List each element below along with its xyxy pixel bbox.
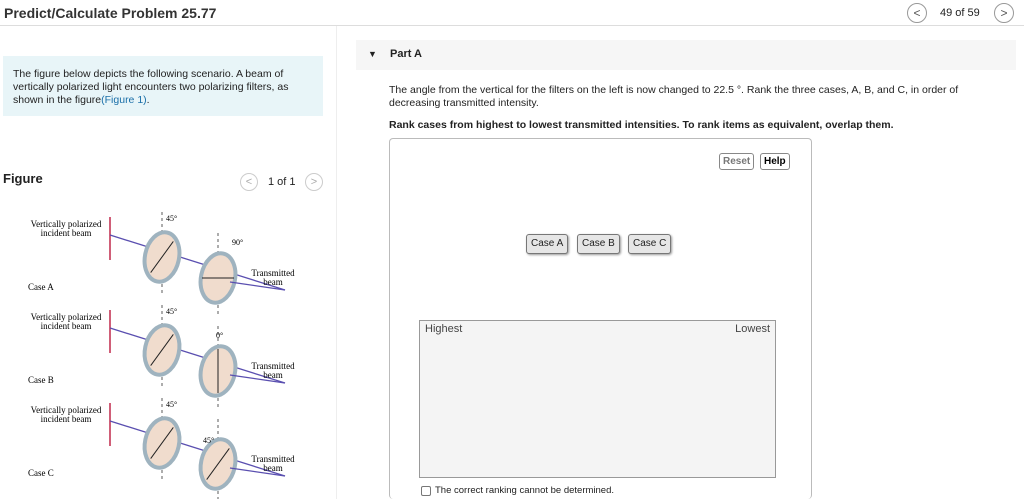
filter-angle-label: 0°	[216, 331, 223, 340]
prev-problem-button[interactable]: <	[907, 3, 927, 23]
case-a-item[interactable]: Case A	[526, 234, 569, 254]
figure-prev-button[interactable]: <	[240, 173, 258, 191]
incident-label: incident beam	[41, 321, 92, 331]
transmitted-label: beam	[263, 277, 283, 287]
problem-pager: 49 of 59	[940, 7, 980, 19]
filter-angle-label: 45°	[203, 436, 214, 445]
transmitted-label: beam	[263, 370, 283, 380]
part-a-header[interactable]: ▼ Part A	[356, 40, 1016, 70]
intro-end: .	[146, 94, 150, 106]
instruction-text: Rank cases from highest to lowest transm…	[389, 119, 894, 131]
light-beam	[109, 234, 286, 291]
lowest-label: Lowest	[735, 323, 770, 335]
help-button[interactable]: Help	[760, 153, 790, 170]
intro-text: The figure below depicts the following s…	[13, 68, 289, 106]
filter-angle-label: 90°	[232, 238, 243, 247]
polarizer-figure: Vertically polarizedincident beam45°90°T…	[28, 212, 295, 499]
case-b-item[interactable]: Case B	[577, 234, 620, 254]
figure-label: Figure	[3, 171, 43, 186]
checkbox-label: The correct ranking cannot be determined…	[435, 485, 615, 496]
filter-angle-label: 45°	[166, 307, 177, 316]
divider	[336, 26, 337, 499]
light-beam	[109, 327, 286, 384]
chevron-right-icon: >	[1000, 6, 1008, 20]
filter-angle-label: 45°	[166, 400, 177, 409]
case-c-item[interactable]: Case C	[628, 234, 672, 254]
case-label: Case A	[28, 282, 54, 292]
incident-label: incident beam	[41, 228, 92, 238]
chevron-left-icon: <	[245, 176, 253, 188]
filter-angle-label: 45°	[166, 214, 177, 223]
light-beam	[109, 420, 286, 477]
chevron-left-icon: <	[913, 6, 921, 20]
intro-box: The figure below depicts the following s…	[3, 56, 323, 116]
cannot-determine-checkbox[interactable]: The correct ranking cannot be determined…	[421, 485, 614, 496]
figure-link[interactable]: (Figure 1)	[101, 94, 147, 106]
question-text: The angle from the vertical for the filt…	[389, 84, 959, 109]
incident-label: incident beam	[41, 414, 92, 424]
part-label: Part A	[390, 48, 422, 60]
ranking-dropzone[interactable]: Highest Lowest	[419, 320, 776, 478]
collapse-triangle-icon: ▼	[368, 49, 377, 59]
reset-button[interactable]: Reset	[719, 153, 755, 170]
page-title: Predict/Calculate Problem 25.77	[4, 5, 217, 21]
case-label: Case C	[28, 468, 54, 478]
checkbox-box[interactable]	[421, 485, 431, 496]
case-label: Case B	[28, 375, 54, 385]
figure-pager: 1 of 1	[268, 176, 296, 188]
header: Predict/Calculate Problem 25.77 < 49 of …	[0, 0, 1024, 26]
figure-next-button[interactable]: >	[305, 173, 323, 191]
chevron-right-icon: >	[310, 176, 318, 188]
transmitted-label: beam	[263, 463, 283, 473]
highest-label: Highest	[425, 323, 463, 335]
next-problem-button[interactable]: >	[994, 3, 1014, 23]
